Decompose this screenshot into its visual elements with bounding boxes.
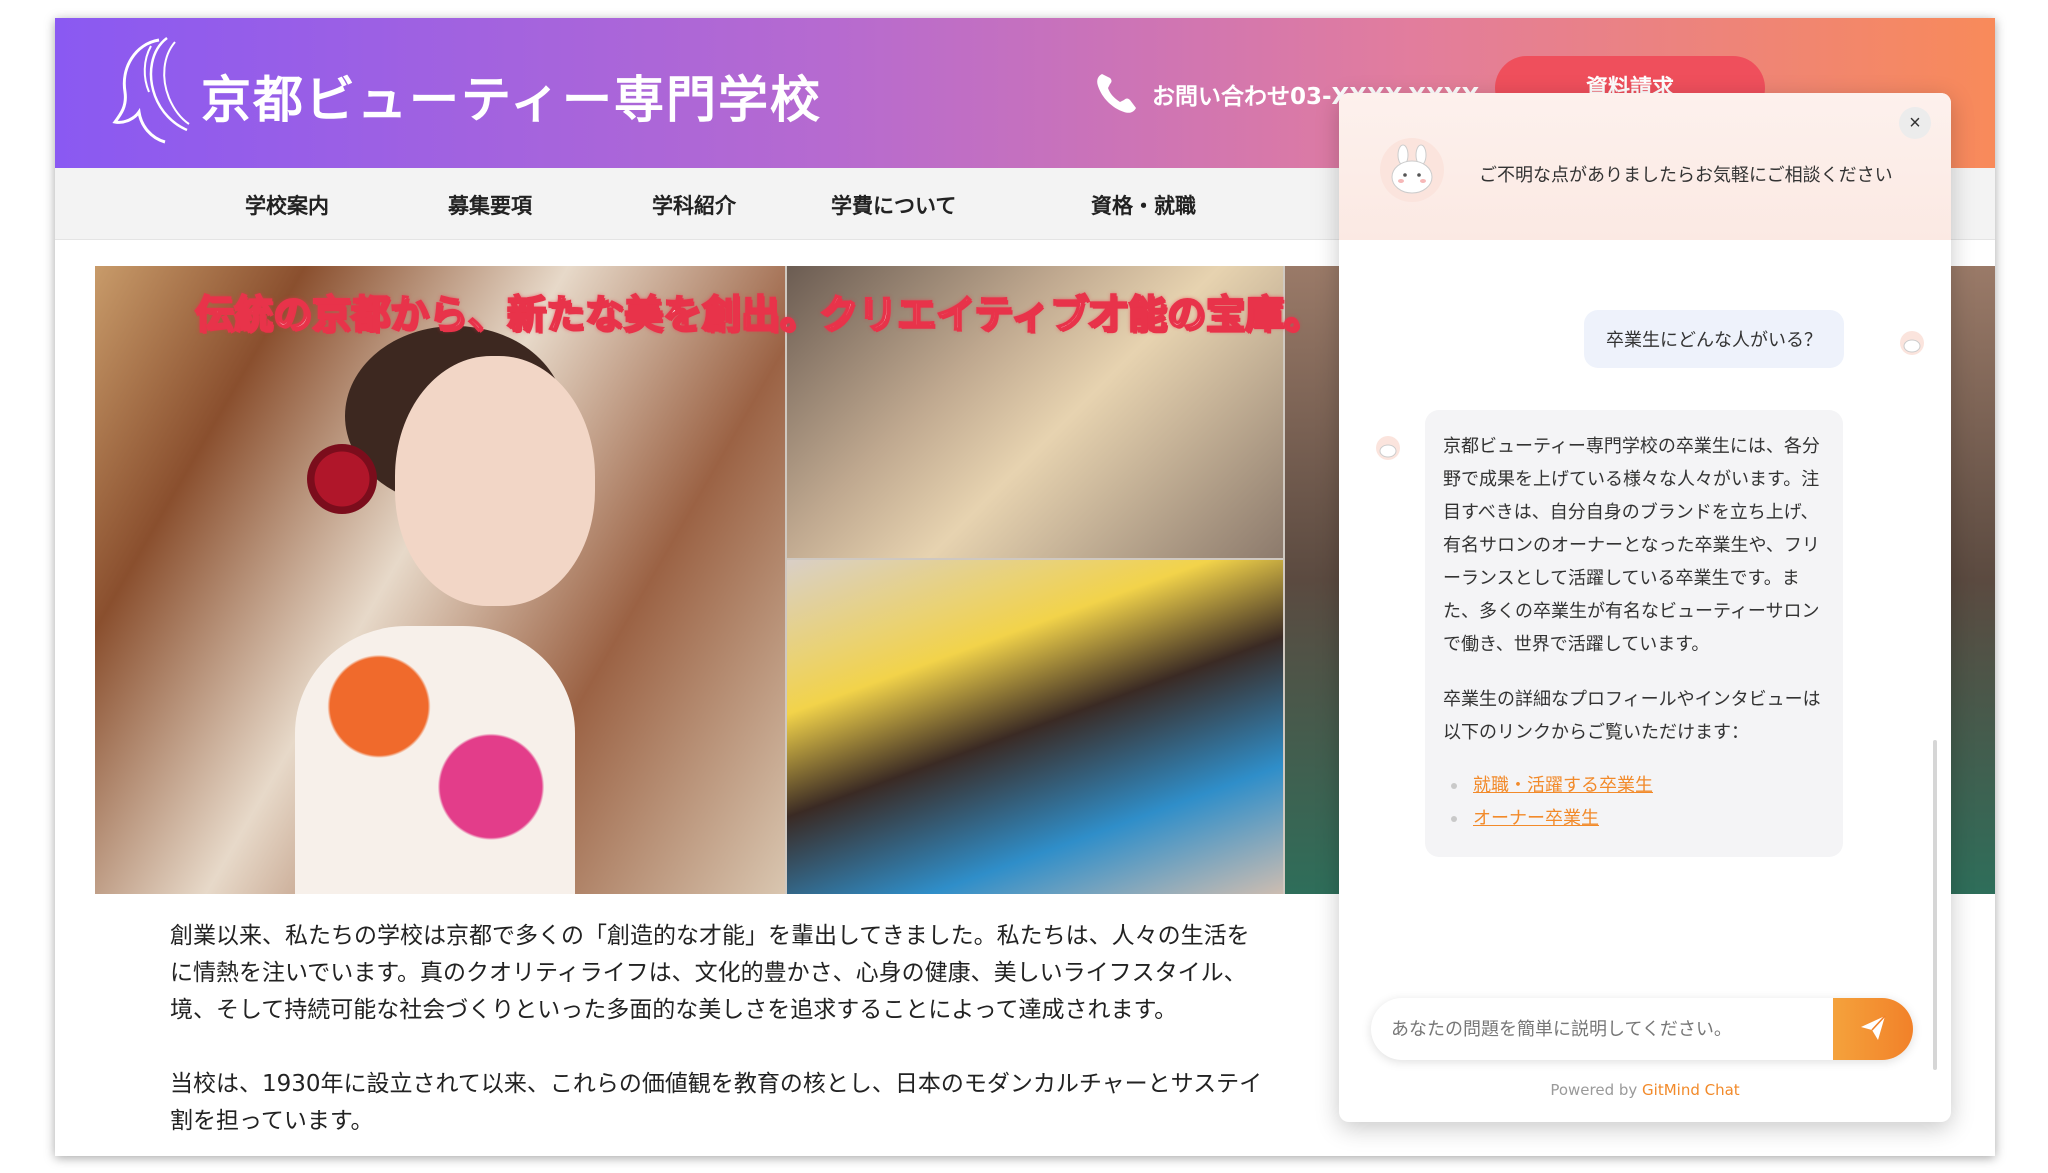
bunny-bot-avatar-icon: [1380, 138, 1444, 202]
chat-messages[interactable]: 卒業生にどんな人がいる？ 京都ビューティー専門学校の卒業生には、各分野で成果を上…: [1339, 240, 1951, 1070]
close-icon[interactable]: ×: [1899, 107, 1931, 139]
nav-item-departments[interactable]: 学科紹介: [652, 190, 736, 220]
woman-profile-logo-icon[interactable]: [107, 34, 191, 146]
nav-item-school-guide[interactable]: 学校案内: [245, 190, 329, 220]
send-button[interactable]: [1833, 998, 1913, 1060]
nav-item-tuition[interactable]: 学費について: [831, 190, 956, 220]
bot-link-list: 就職・活躍する卒業生 オーナー卒業生: [1443, 769, 1825, 835]
site-title[interactable]: 京都ビューティー専門学校: [201, 60, 822, 132]
link-owner-graduates[interactable]: オーナー卒業生: [1473, 808, 1599, 829]
user-avatar-icon: [1900, 331, 1924, 355]
chat-scrollbar[interactable]: [1933, 740, 1937, 1070]
bot-message: 京都ビューティー専門学校の卒業生には、各分野で成果を上げている様々な人々がいます…: [1425, 410, 1843, 857]
user-message: 卒業生にどんな人がいる？: [1584, 310, 1844, 368]
list-item: 就職・活躍する卒業生: [1451, 769, 1825, 802]
hero-photo-students: [787, 560, 1283, 894]
link-working-graduates[interactable]: 就職・活躍する卒業生: [1473, 775, 1653, 796]
chat-header: × ご不明な点がありましたらお気軽にご相談ください: [1339, 93, 1951, 240]
powered-by-footer: Powered by GitMind Chat: [1339, 1081, 1951, 1099]
nav-item-admissions[interactable]: 募集要項: [448, 190, 532, 220]
hero-caption: 伝統の京都から、新たな美を創出。クリエイティブ才能の宝庫。: [194, 292, 1324, 339]
bot-message-paragraph: 卒業生の詳細なプロフィールやインタビューは以下のリンクからご覧いただけます：: [1443, 689, 1821, 743]
chat-greeting: ご不明な点がありましたらお気軽にご相談ください: [1479, 165, 1893, 186]
paper-plane-send-icon: [1861, 1014, 1886, 1040]
nav-item-careers[interactable]: 資格・就職: [1091, 190, 1196, 220]
hair-flower-shape: [307, 444, 377, 514]
chat-widget: × ご不明な点がありましたらお気軽にご相談ください 卒業生にどんな人がいる？ 京…: [1339, 93, 1951, 1122]
bot-message-paragraph: 京都ビューティー専門学校の卒業生には、各分野で成果を上げている様々な人々がいます…: [1443, 436, 1820, 655]
list-item: オーナー卒業生: [1451, 802, 1825, 835]
hero-face-shape: [395, 356, 595, 606]
bunny-bot-avatar-icon: [1376, 436, 1400, 460]
hero-photo-kimono: [95, 266, 785, 894]
powered-prefix: Powered by: [1550, 1081, 1643, 1099]
phone-icon: [1097, 74, 1136, 113]
chat-input[interactable]: [1391, 998, 1811, 1060]
powered-brand-link[interactable]: GitMind Chat: [1642, 1081, 1740, 1099]
chat-input-bar: [1371, 998, 1913, 1060]
